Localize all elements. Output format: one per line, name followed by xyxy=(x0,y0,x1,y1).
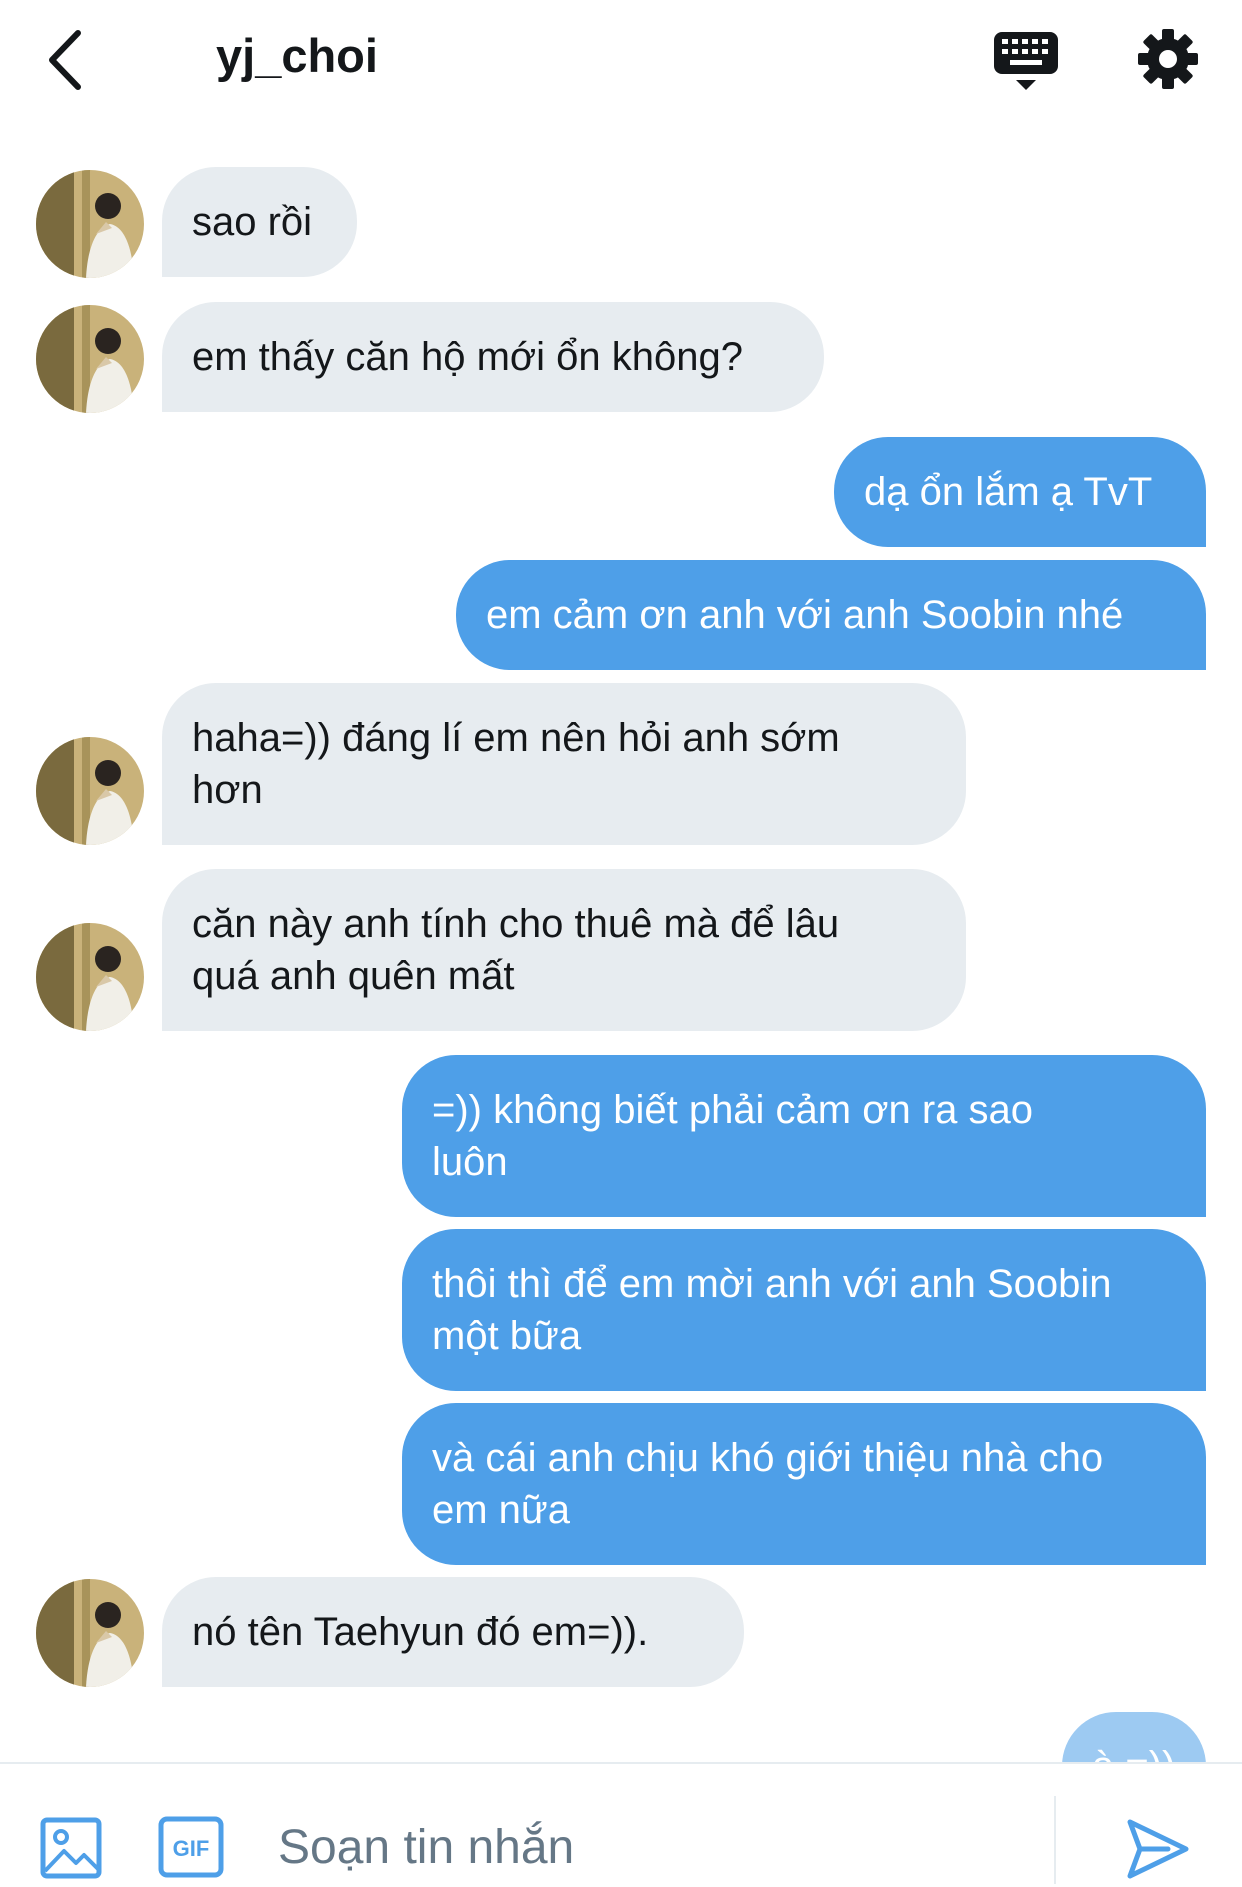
profile-photo xyxy=(36,305,144,413)
message-bubble-incoming[interactable]: em thấy căn hộ mới ổn không? xyxy=(162,302,824,412)
message-bubble-incoming[interactable]: sao rồi xyxy=(162,167,357,277)
profile-photo xyxy=(36,1579,144,1687)
composer-divider xyxy=(1054,1796,1056,1884)
message-bubble-incoming[interactable]: nó tên Taehyun đó em=)). xyxy=(162,1577,744,1687)
gif-label: GIF xyxy=(173,1836,210,1861)
profile-photo xyxy=(36,737,144,845)
message-bubble-outgoing[interactable]: dạ ổn lắm ạ TvT xyxy=(834,437,1206,547)
avatar[interactable] xyxy=(36,923,144,1031)
avatar[interactable] xyxy=(36,1579,144,1687)
send-icon xyxy=(1127,1819,1189,1879)
avatar[interactable] xyxy=(36,170,144,278)
keyboard-icon xyxy=(994,32,1058,90)
message-bubble-outgoing[interactable]: và cái anh chịu khó giới thiệu nhà cho e… xyxy=(402,1403,1206,1565)
gear-icon xyxy=(1138,29,1198,89)
message-composer: GIF xyxy=(0,1762,1242,1884)
avatar[interactable] xyxy=(36,737,144,845)
profile-photo xyxy=(36,170,144,278)
settings-button[interactable] xyxy=(1136,27,1200,91)
conversation-title[interactable]: yj_choi xyxy=(216,28,378,83)
back-button[interactable] xyxy=(40,25,100,95)
profile-photo xyxy=(36,923,144,1031)
message-bubble-incoming[interactable]: haha=)) đáng lí em nên hỏi anh sớm hơn xyxy=(162,683,966,845)
add-image-button[interactable] xyxy=(40,1817,102,1879)
keyboard-button[interactable] xyxy=(992,28,1060,94)
add-gif-button[interactable]: GIF xyxy=(158,1816,224,1878)
message-bubble-outgoing[interactable]: thôi thì để em mời anh với anh Soobin mộ… xyxy=(402,1229,1206,1391)
avatar[interactable] xyxy=(36,305,144,413)
image-icon xyxy=(40,1817,102,1879)
message-bubble-outgoing[interactable]: em cảm ơn anh với anh Soobin nhé xyxy=(456,560,1206,670)
message-input[interactable] xyxy=(278,1812,1018,1882)
message-bubble-incoming[interactable]: căn này anh tính cho thuê mà để lâu quá … xyxy=(162,869,966,1031)
send-button[interactable] xyxy=(1124,1816,1192,1882)
conversation-header: yj_choi xyxy=(0,0,1242,125)
chevron-left-icon xyxy=(49,30,81,90)
gif-icon: GIF xyxy=(158,1816,224,1878)
message-bubble-outgoing[interactable]: =)) không biết phải cảm ơn ra sao luôn xyxy=(402,1055,1206,1217)
